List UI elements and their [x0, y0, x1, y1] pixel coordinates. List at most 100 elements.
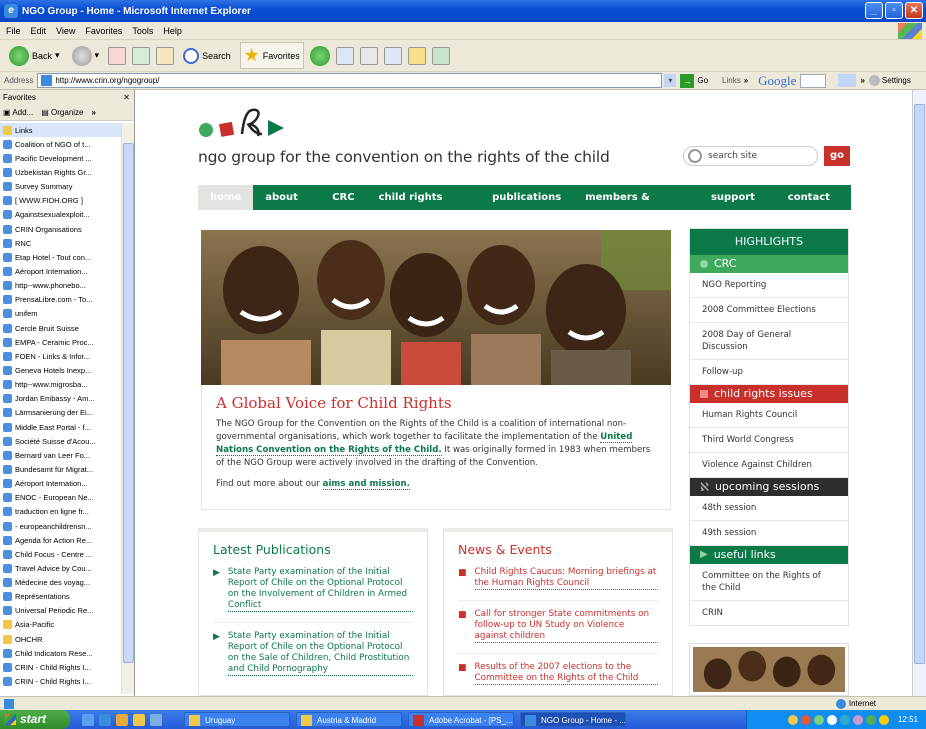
favorite-item[interactable]: traduction en ligne fr... — [0, 505, 121, 519]
task-adobe-acrobat[interactable]: Adobe Acrobat - [PS_... — [408, 712, 514, 727]
nav-home[interactable]: home — [198, 185, 254, 210]
nav-contact-us[interactable]: contact us — [776, 185, 851, 228]
publication-link[interactable]: State Party examination of the Initial R… — [227, 567, 413, 612]
edit-icon[interactable] — [383, 46, 402, 65]
favorite-item[interactable]: Pacific Development ... — [0, 151, 121, 165]
page-scroll-thumb[interactable] — [914, 104, 925, 664]
tray-icon[interactable] — [852, 714, 863, 725]
close-button[interactable]: ✕ — [905, 2, 923, 19]
google-dropdown-icon[interactable] — [838, 74, 857, 87]
favorite-item[interactable]: PrensaLibre.com - To... — [0, 293, 121, 307]
nav-publications[interactable]: publications — [480, 185, 573, 210]
refresh-icon[interactable] — [132, 46, 151, 65]
quicklaunch-outlook-icon[interactable] — [150, 713, 162, 726]
favorite-item[interactable]: Travel Advice by Cou... — [0, 561, 121, 575]
favorite-item[interactable]: unifem — [0, 307, 121, 321]
ngo-group-logo[interactable] — [198, 104, 298, 144]
menu-view[interactable]: View — [56, 26, 75, 36]
messenger-icon[interactable] — [431, 46, 450, 65]
favorite-item[interactable]: Aéroport Internation... — [0, 264, 121, 278]
links-button[interactable]: Links — [722, 76, 741, 85]
quicklaunch-folder-icon[interactable] — [133, 713, 145, 726]
sessions-link-49th[interactable]: 49th session — [690, 521, 848, 546]
issues-link-third-world-congress[interactable]: Third World Congress — [690, 428, 848, 453]
nav-about-us[interactable]: about us — [253, 185, 320, 228]
menu-file[interactable]: File — [6, 26, 21, 36]
favorites-scrollbar[interactable] — [121, 123, 134, 694]
nav-support-us[interactable]: support us — [699, 185, 776, 228]
forward-button[interactable]: ▾ — [69, 44, 103, 68]
organize-button[interactable]: ▤ Organize — [41, 108, 83, 117]
favorite-item[interactable]: Médecine des voyag... — [0, 576, 121, 590]
favorite-folder[interactable]: OHCHR — [0, 632, 121, 646]
issues-link-human-rights-council[interactable]: Human Rights Council — [690, 403, 848, 428]
go-arrow-icon[interactable]: → — [680, 73, 695, 88]
favorite-item[interactable]: RNC — [0, 236, 121, 250]
sessions-link-48th[interactable]: 48th session — [690, 496, 848, 521]
favorite-folder[interactable]: Links — [0, 123, 121, 138]
tray-icon[interactable] — [839, 714, 850, 725]
favorite-item[interactable]: Jordan Embassy - Am... — [0, 392, 121, 406]
crc-link-committee-elections[interactable]: 2008 Committee Elections — [690, 298, 848, 323]
close-pane-icon[interactable]: ✕ — [123, 93, 130, 102]
quicklaunch-ie-icon[interactable] — [99, 713, 111, 726]
page-scrollbar[interactable] — [912, 90, 926, 696]
favorite-item[interactable]: http--www.migrosba... — [0, 378, 121, 392]
tray-icon[interactable] — [800, 714, 811, 725]
publication-link[interactable]: State Party examination of the Initial R… — [227, 631, 413, 676]
aims-mission-link[interactable]: aims and mission. — [322, 479, 410, 490]
favorite-item[interactable]: Geneva Hotels Inexp... — [0, 363, 121, 377]
favorite-item[interactable]: CRIN - Child Rights I... — [0, 660, 121, 674]
favorite-item[interactable]: ENOC - European Ne... — [0, 491, 121, 505]
favorite-item[interactable]: Survey Summary — [0, 180, 121, 194]
maximize-button[interactable]: ▫ — [885, 2, 903, 19]
news-link[interactable]: Results of the 2007 elections to the Com… — [474, 662, 658, 685]
menu-favorites[interactable]: Favorites — [85, 26, 122, 36]
favorite-item[interactable]: Société Suisse d'Acou... — [0, 434, 121, 448]
site-search-input[interactable]: search site — [683, 146, 818, 166]
section-useful-links[interactable]: ▶ useful links — [690, 546, 848, 564]
quicklaunch-desktop-icon[interactable] — [82, 713, 94, 726]
favorite-item[interactable]: - europeanchildrensn... — [0, 519, 121, 533]
issues-link-violence-against-children[interactable]: Violence Against Children — [690, 453, 848, 478]
favorite-item[interactable]: Uzbekistan Rights Gr... — [0, 165, 121, 179]
address-input[interactable]: http://www.crin.org/ngogroup/ — [37, 73, 663, 88]
nav-crc[interactable]: CRC — [320, 185, 366, 210]
back-button[interactable]: Back ▾ — [6, 44, 63, 68]
menu-tools[interactable]: Tools — [132, 26, 153, 36]
google-search-field[interactable] — [800, 73, 827, 88]
address-dropdown-icon[interactable]: ▾ — [664, 74, 677, 87]
favorite-item[interactable]: Etap Hotel - Tout con... — [0, 250, 121, 264]
favorite-item[interactable]: Lärmsanierung der Ei... — [0, 406, 121, 420]
nav-members-partners[interactable]: members & partners — [573, 185, 699, 228]
favorites-button[interactable]: ★ Favorites — [239, 42, 304, 69]
folder-icon[interactable] — [407, 46, 426, 65]
tray-icon[interactable] — [787, 714, 798, 725]
media-icon[interactable] — [309, 45, 330, 66]
quicklaunch-media-icon[interactable] — [116, 713, 128, 726]
favorite-item[interactable]: EMPA - Ceramic Proc... — [0, 335, 121, 349]
tray-icon[interactable] — [813, 714, 824, 725]
favorite-item[interactable]: CRIN Organisations — [0, 222, 121, 236]
favorite-item[interactable]: Child Indicators Rese... — [0, 646, 121, 660]
favorite-item[interactable]: Cercle Bruit Suisse — [0, 321, 121, 335]
add-favorite-button[interactable]: ▣ Add... — [3, 108, 33, 117]
minimize-button[interactable]: _ — [865, 2, 883, 19]
start-button[interactable]: start — [0, 710, 70, 729]
section-upcoming-sessions[interactable]: ℵ upcoming sessions — [690, 478, 848, 496]
task-uruguay[interactable]: Uruguay — [184, 712, 290, 727]
favorite-item[interactable]: Agenda for Action Re... — [0, 533, 121, 547]
favorite-item[interactable]: Againstsexualexploit... — [0, 208, 121, 222]
news-link[interactable]: Child Rights Caucus: Morning briefings a… — [474, 567, 658, 590]
favorite-item[interactable]: Bernard van Leer Fo... — [0, 448, 121, 462]
task-austria-madrid[interactable]: Austria & Madrid — [296, 712, 402, 727]
favorite-item[interactable]: CRIN - Child Rights I... — [0, 674, 121, 688]
favorite-item[interactable]: Universal Periodic Re... — [0, 604, 121, 618]
scroll-thumb[interactable] — [123, 143, 134, 663]
useful-link-crin[interactable]: CRIN — [690, 601, 848, 625]
tray-icon[interactable] — [878, 714, 889, 725]
google-toolbar-logo[interactable]: Google — [758, 73, 796, 89]
search-button[interactable]: Search — [180, 46, 234, 66]
favorite-folder[interactable]: Asia-Pacific — [0, 618, 121, 632]
news-link[interactable]: Call for stronger State commitments on f… — [474, 609, 658, 643]
